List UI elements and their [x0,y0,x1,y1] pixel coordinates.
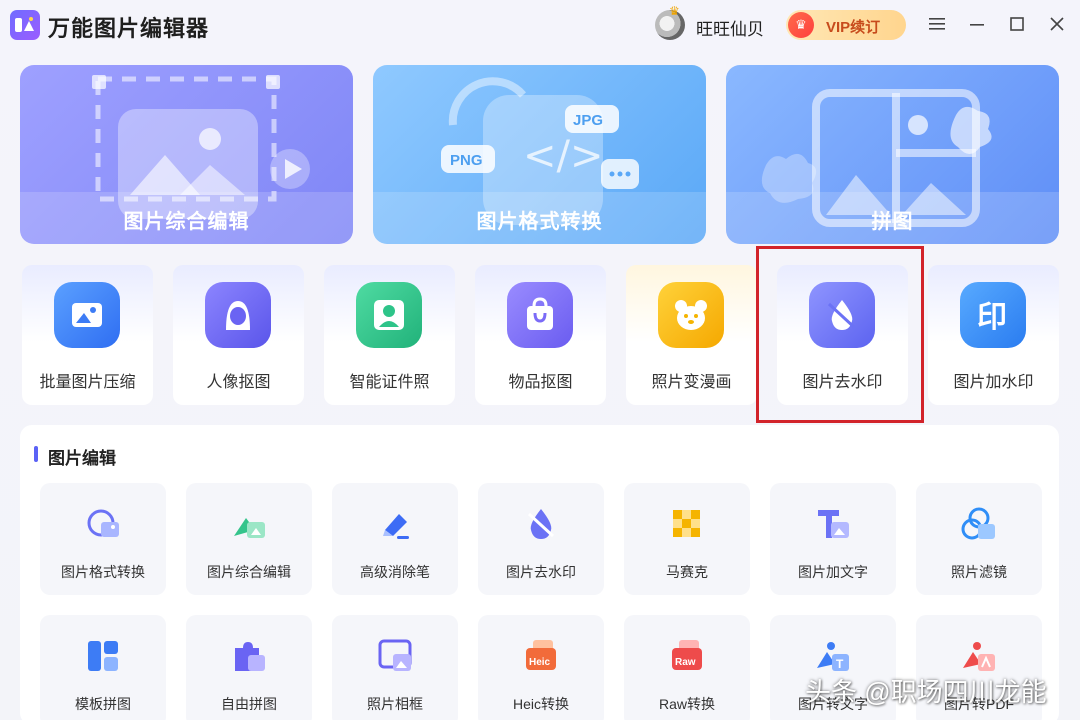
tool-object-cutout[interactable]: 物品抠图 [475,265,606,405]
photo-filter-icon [961,507,995,540]
item-photo-filter[interactable]: 照片滤镜 [916,483,1042,595]
card-collage-label: 拼图 [871,211,914,233]
eraser-pen-icon [383,514,409,539]
crown-icon: ♛ [669,4,680,18]
tool-id-photo[interactable]: 智能证件照 [324,265,455,405]
add-watermark-icon: 印 [960,282,1026,348]
vip-renew-label: VIP续订 [826,19,881,36]
heic-convert-icon: Heic [526,640,556,670]
item-heic-convert[interactable]: Heic Heic转换 [478,615,604,720]
free-collage-icon [235,642,265,671]
template-collage-icon [88,641,118,671]
item-image-edit[interactable]: 图片综合编辑 [186,483,312,595]
item-template-collage[interactable]: 模板拼图 [40,615,166,720]
section-title: 图片编辑 [48,449,116,468]
section-accent-bar [34,446,38,462]
item-label: 自由拼图 [221,696,277,712]
remove-watermark-icon [527,509,555,539]
vip-crown-icon: ♛ [788,12,814,38]
tool-add-watermark[interactable]: 印 图片加水印 [928,265,1059,405]
jpg-badge: JPG [573,112,603,129]
tool-batch-compress[interactable]: 批量图片压缩 [22,265,153,405]
mosaic-icon [673,510,700,537]
format-convert-icon [87,509,119,537]
svg-text:</>: </> [523,133,604,179]
tool-label: 人像抠图 [206,374,271,391]
png-badge: PNG [450,152,483,169]
vip-renew-button[interactable]: ♛ VIP续订 [786,10,906,40]
item-label: 图片综合编辑 [207,564,291,580]
watermark-text: 头条 @职场四川龙能 [805,677,1047,707]
item-label: 照片相框 [367,696,423,712]
item-label: 模板拼图 [75,696,131,712]
app-logo-icon [10,10,40,40]
tool-label: 图片加水印 [953,374,1034,391]
user-avatar[interactable]: ♛ [655,4,685,40]
item-free-collage[interactable]: 自由拼图 [186,615,312,720]
tool-label: 批量图片压缩 [39,374,136,391]
tool-label: 照片变漫画 [651,374,732,391]
cartoon-bear-icon [658,282,724,348]
item-format-convert[interactable]: 图片格式转换 [40,483,166,595]
id-photo-icon [356,282,422,348]
item-label: 照片滤镜 [951,564,1007,580]
svg-text:Heic: Heic [529,657,551,668]
minimize-icon[interactable] [962,10,992,40]
item-eraser-pen[interactable]: 高级消除笔 [332,483,458,595]
card-format-convert[interactable]: </> PNG JPG 图片格式转换 [373,65,706,244]
svg-text:T: T [836,657,844,671]
highlight-annotation-box [756,246,924,423]
image-to-text-icon: T [817,642,849,671]
item-label: 图片去水印 [506,564,576,580]
svg-text:印: 印 [977,300,1007,333]
image-edit-icon [234,518,265,538]
add-text-icon [818,510,849,538]
close-icon[interactable] [1042,10,1072,40]
batch-compress-icon [54,282,120,348]
item-label: 图片格式转换 [61,564,145,580]
item-photo-frame[interactable]: 照片相框 [332,615,458,720]
item-label: 图片加文字 [798,564,868,580]
card-collage[interactable]: 拼图 [726,65,1059,244]
tool-photo-to-cartoon[interactable]: 照片变漫画 [626,265,757,405]
title-bar: 万能图片编辑器 ♛ 旺旺仙贝 ♛ VIP续订 [0,0,1080,52]
tool-portrait-cutout[interactable]: 人像抠图 [173,265,304,405]
card-format-convert-label: 图片格式转换 [476,211,603,233]
user-name[interactable]: 旺旺仙贝 [696,15,764,40]
photo-frame-icon [378,639,412,671]
menu-icon[interactable] [922,10,952,40]
portrait-cutout-icon [205,282,271,348]
item-add-text[interactable]: 图片加文字 [770,483,896,595]
item-label: 马赛克 [666,564,708,580]
item-mosaic[interactable]: 马赛克 [624,483,750,595]
app-title: 万能图片编辑器 [48,16,210,41]
tool-label: 物品抠图 [508,374,573,391]
card-image-edit[interactable]: 图片综合编辑 [20,65,353,244]
item-label: Heic转换 [512,696,569,712]
svg-text:Raw: Raw [675,657,696,668]
raw-convert-icon: Raw [672,640,702,670]
image-to-pdf-icon [963,642,995,671]
item-raw-convert[interactable]: Raw Raw转换 [624,615,750,720]
tool-label: 智能证件照 [349,374,430,391]
maximize-icon[interactable] [1002,10,1032,40]
item-label: Raw转换 [658,696,715,712]
card-image-edit-label: 图片综合编辑 [123,211,250,233]
item-remove-watermark[interactable]: 图片去水印 [478,483,604,595]
object-cutout-icon [507,282,573,348]
item-label: 高级消除笔 [360,564,430,580]
